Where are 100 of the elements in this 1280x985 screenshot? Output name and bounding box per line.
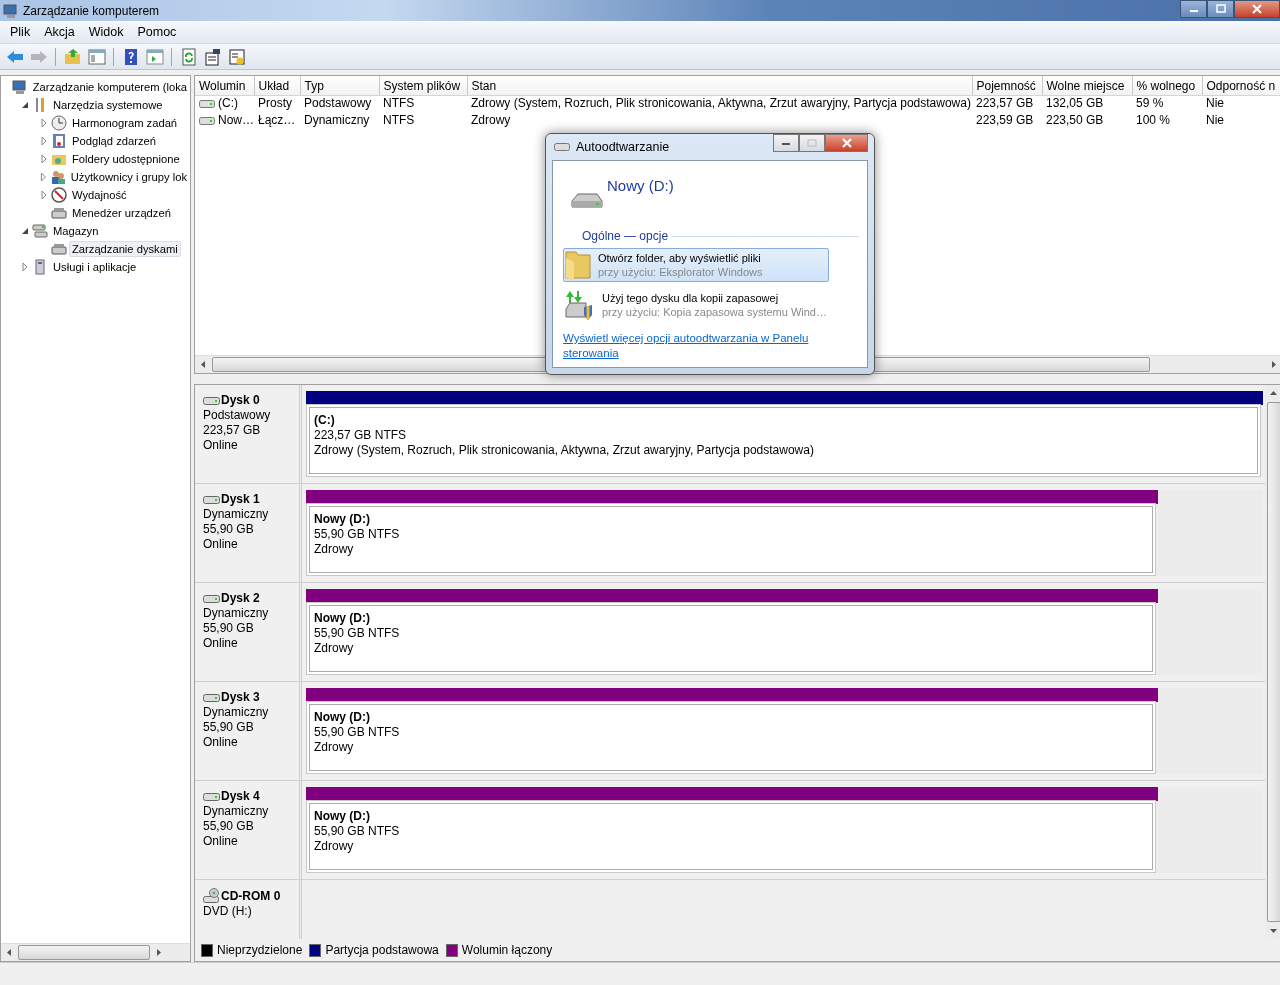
close-icon bbox=[841, 138, 852, 148]
option-title: Użyj tego dysku dla kopii zapasowej bbox=[602, 291, 780, 305]
drive-icon bbox=[199, 116, 215, 125]
drive-icon bbox=[554, 143, 570, 151]
scrollbar-thumb[interactable] bbox=[18, 945, 150, 960]
table-cell: NTFS bbox=[379, 95, 467, 113]
column-header[interactable]: Odporność n bbox=[1202, 76, 1280, 96]
column-header[interactable]: % wolnego bbox=[1132, 76, 1202, 96]
partition-block[interactable]: (C:) 223,57 GB NTFS Zdrowy (System, Rozruch, Plik stronicowania, Aktywna, Zrzut awaryjny, Partycja podstawowa) bbox=[309, 407, 1258, 474]
expand-arrow-icon[interactable] bbox=[20, 263, 30, 271]
computer-icon bbox=[11, 79, 28, 95]
volume-label: Nowy (D:) bbox=[314, 611, 371, 626]
scroll-right-icon[interactable] bbox=[155, 949, 162, 956]
maximize-icon bbox=[807, 139, 817, 147]
partition-block[interactable]: Nowy (D:) 55,90 GB NTFS Zdrowy bbox=[309, 704, 1153, 771]
volume-label: Nowy (D:) bbox=[314, 710, 371, 725]
legend-label: Nieprzydzielone bbox=[217, 943, 303, 957]
volume-status: Zdrowy (System, Rozruch, Plik stronicowania, Aktywna, Zrzut awaryjny, Partycja podstawowa) bbox=[314, 443, 815, 458]
disk-name: CD-ROM 0 bbox=[221, 888, 281, 904]
tree-item[interactable]: Harmonogram zadań bbox=[69, 115, 181, 131]
dialog-title: Autoodtwarzanie bbox=[576, 140, 670, 154]
tree-item[interactable]: Foldery udostępnione bbox=[69, 151, 183, 167]
column-header[interactable]: Typ bbox=[300, 76, 379, 96]
collapse-arrow-icon[interactable] bbox=[20, 227, 30, 235]
table-cell-text: 100 % bbox=[1135, 113, 1172, 129]
disk-detail: 55,90 GB bbox=[203, 819, 255, 834]
autoplay-option[interactable]: Użyj tego dysku dla kopii zapasowej przy użyciu: Kopia zapasowa systemu Wind… bbox=[563, 287, 829, 323]
column-header[interactable]: Wolumin bbox=[195, 76, 254, 96]
expand-arrow-icon[interactable] bbox=[39, 137, 49, 145]
disk-detail: DVD (H:) bbox=[203, 904, 253, 919]
disk-detail: Dynamiczny bbox=[203, 606, 270, 621]
volume-status: Zdrowy bbox=[314, 542, 355, 557]
close-button[interactable] bbox=[825, 134, 868, 152]
table-cell-text: Nie bbox=[1205, 113, 1225, 129]
column-header[interactable]: Układ bbox=[254, 76, 300, 96]
volume-size: 55,90 GB NTFS bbox=[314, 725, 401, 740]
scroll-left-icon[interactable] bbox=[200, 361, 207, 368]
partition-block[interactable]: Nowy (D:) 55,90 GB NTFS Zdrowy bbox=[309, 506, 1153, 573]
table-cell-text: Zdrowy bbox=[470, 113, 512, 129]
drive-icon bbox=[203, 594, 220, 603]
volume-label: Nowy (D:) bbox=[314, 809, 371, 824]
tree-item[interactable]: Usługi i aplikacje bbox=[50, 259, 140, 275]
section-heading: Ogólne — opcje bbox=[582, 229, 669, 243]
volume-status: Zdrowy bbox=[314, 641, 355, 656]
menu-item[interactable]: Plik bbox=[3, 23, 38, 41]
menu-item[interactable]: Widok bbox=[81, 23, 131, 41]
scroll-up-icon[interactable] bbox=[1270, 390, 1277, 397]
close-button[interactable] bbox=[1234, 0, 1280, 18]
partition-block[interactable]: Nowy (D:) 55,90 GB NTFS Zdrowy bbox=[309, 803, 1153, 870]
minimize-icon bbox=[781, 140, 791, 146]
menu-item[interactable]: Akcja bbox=[37, 23, 82, 41]
tree-item[interactable]: Zarządzanie komputerem (loka bbox=[29, 79, 190, 95]
collapse-arrow-icon[interactable] bbox=[20, 101, 30, 109]
disk-detail: Online bbox=[203, 834, 239, 849]
tree-item[interactable]: Magazyn bbox=[50, 223, 102, 239]
scroll-right-icon[interactable] bbox=[1270, 361, 1277, 368]
table-cell: 59 % bbox=[1132, 95, 1202, 113]
folder-icon bbox=[564, 250, 592, 280]
table-cell: Nie bbox=[1202, 95, 1280, 113]
table-cell-text: 223,50 GB bbox=[1045, 113, 1105, 129]
expand-arrow-icon[interactable] bbox=[39, 173, 48, 181]
drive-icon bbox=[571, 191, 603, 211]
column-header[interactable]: Stan bbox=[467, 76, 972, 96]
scrollbar-thumb[interactable] bbox=[1266, 402, 1280, 922]
disk-name: Dysk 2 bbox=[221, 591, 260, 606]
storage-icon bbox=[32, 223, 48, 239]
scroll-down-icon[interactable] bbox=[1270, 927, 1277, 934]
column-header[interactable]: Pojemność bbox=[972, 76, 1042, 96]
restore-button[interactable] bbox=[1207, 0, 1234, 18]
tree-item[interactable]: Wydajność bbox=[69, 187, 130, 203]
tree-item[interactable]: Menedżer urządzeń bbox=[69, 205, 174, 221]
table-cell-text: 223,59 GB bbox=[975, 113, 1035, 129]
minimize-button[interactable] bbox=[773, 134, 799, 152]
tree-item[interactable]: Użytkownicy i grupy lok bbox=[67, 169, 190, 185]
scroll-left-icon[interactable] bbox=[6, 949, 13, 956]
drive-icon bbox=[203, 396, 220, 405]
volume-size: 55,90 GB NTFS bbox=[314, 824, 401, 839]
volume-label: (C:) bbox=[314, 413, 336, 428]
column-header[interactable]: Wolne miejsce bbox=[1042, 76, 1132, 96]
table-cell: Zdrowy (System, Rozruch, Plik stronicowania, Aktywna, Zrzut awaryjny, Partycja podstawowa) bbox=[467, 95, 972, 113]
disk-detail: Online bbox=[203, 735, 239, 750]
tree-item[interactable]: Podgląd zdarzeń bbox=[69, 133, 159, 149]
expand-arrow-icon[interactable] bbox=[39, 155, 49, 163]
tree-item[interactable]: Narzędzia systemowe bbox=[50, 97, 166, 113]
partition-block[interactable]: Nowy (D:) 55,90 GB NTFS Zdrowy bbox=[309, 605, 1153, 672]
disk-detail: Online bbox=[203, 636, 239, 651]
minimize-button[interactable] bbox=[1180, 0, 1207, 18]
option-subtitle: przy użyciu: Eksplorator Windows bbox=[598, 265, 763, 279]
expand-arrow-icon[interactable] bbox=[39, 119, 49, 127]
autoplay-option[interactable]: Otwórz folder, aby wyświetlić pliki przy użyciu: Eksplorator Windows bbox=[563, 248, 829, 282]
expand-arrow-icon[interactable] bbox=[39, 191, 49, 199]
gauge-icon bbox=[51, 187, 67, 203]
column-header[interactable]: System plików bbox=[379, 76, 467, 96]
disk-detail: Dynamiczny bbox=[203, 705, 270, 720]
tree-item[interactable]: Zarządzanie dyskami bbox=[69, 241, 181, 257]
control-panel-link[interactable]: Wyświetl więcej opcji autoodtwarzania w Panelu sterowania bbox=[563, 331, 859, 361]
drive-icon bbox=[203, 792, 220, 801]
volume-size: 55,90 GB NTFS bbox=[314, 527, 401, 542]
menu-item[interactable]: Pomoc bbox=[130, 23, 184, 41]
option-title: Otwórz folder, aby wyświetlić pliki bbox=[598, 251, 762, 265]
